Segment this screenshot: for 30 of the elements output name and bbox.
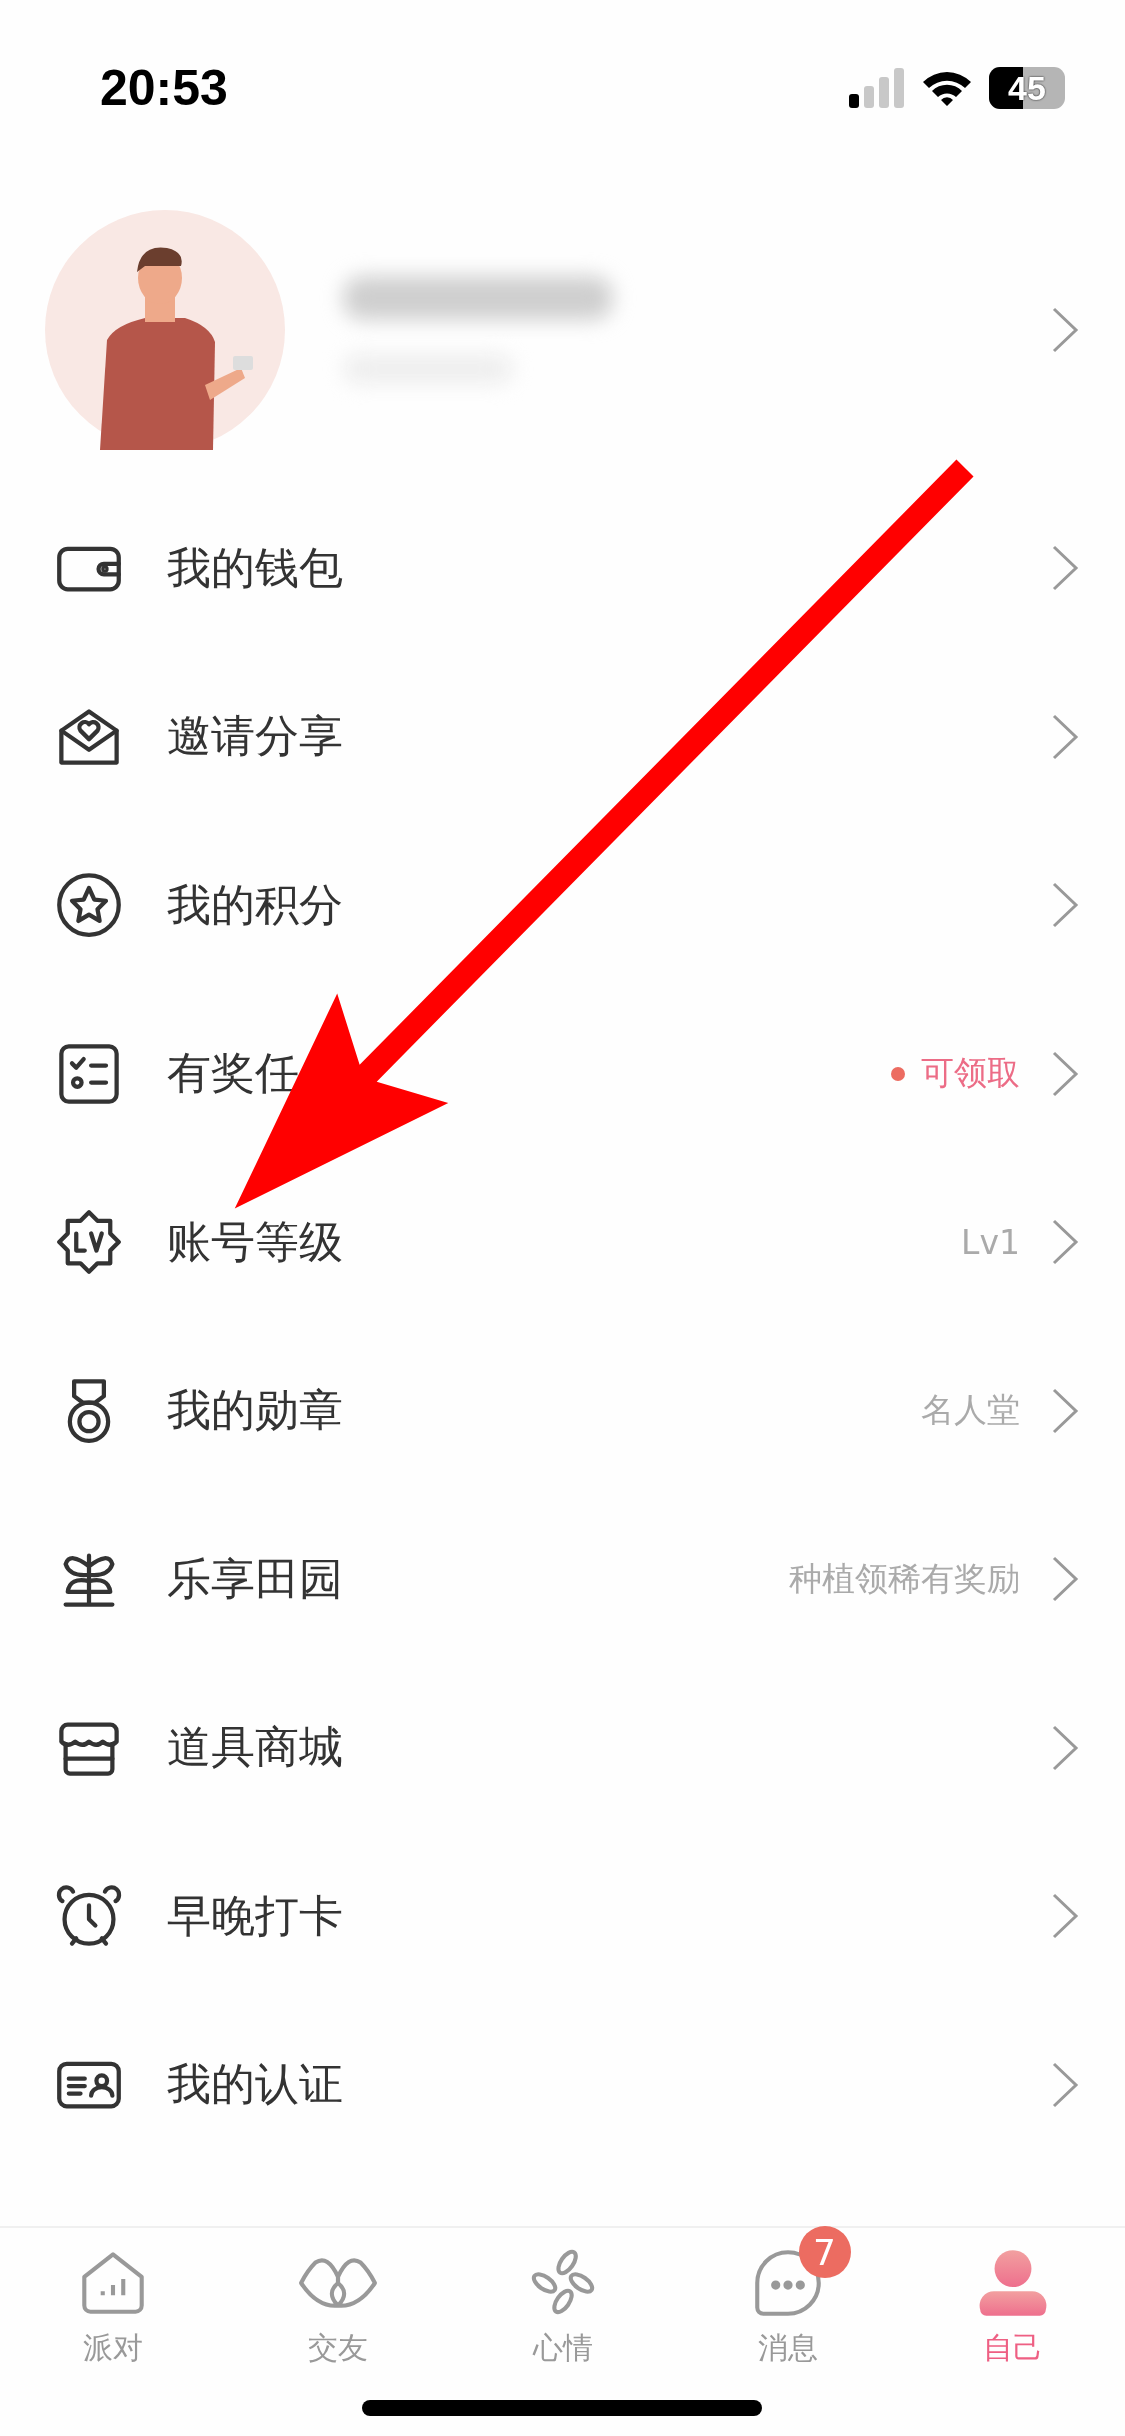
menu-item[interactable]: 邀请分享 xyxy=(0,652,1125,821)
menu-label: 我的积分 xyxy=(167,877,343,932)
menu-item[interactable]: 乐享田园 种植领稀有奖励 xyxy=(0,1495,1125,1664)
menu-label: 道具商城 xyxy=(167,1720,343,1775)
menu-item[interactable]: 我的认证 xyxy=(0,2000,1125,2169)
menu-label: 早晚打卡 xyxy=(167,1888,343,1943)
menu-label: 邀请分享 xyxy=(167,709,343,764)
menu-detail: 种植领稀有奖励 xyxy=(789,1557,1020,1600)
menu-item[interactable]: 道具商城 xyxy=(0,1663,1125,1832)
menu-detail: 名人堂 xyxy=(921,1389,1020,1432)
menu-item[interactable]: 账号等级 Lv1 xyxy=(0,1158,1125,1327)
menu-label: 我的勋章 xyxy=(167,1383,343,1438)
status-time: 20:53 xyxy=(100,59,228,117)
menu-detail: Lv1 xyxy=(961,1222,1020,1262)
menu-item[interactable]: 我的积分 xyxy=(0,821,1125,990)
menu-item[interactable]: 有奖任 可领取 xyxy=(0,989,1125,1158)
signal-icon xyxy=(849,68,905,108)
level-icon xyxy=(55,1208,123,1277)
unread-badge: 7 xyxy=(798,2226,851,2278)
menu-label: 我的钱包 xyxy=(167,540,343,595)
chevron-icon[interactable] xyxy=(1050,305,1080,355)
menu-item[interactable]: 早晚打卡 xyxy=(0,1832,1125,2001)
menu-item[interactable]: 我的勋章 名人堂 xyxy=(0,1326,1125,1495)
menu-label: 我的认证 xyxy=(167,2057,343,2112)
menu-label: 乐享田园 xyxy=(167,1551,343,1606)
menu-detail: 可领取 xyxy=(921,1052,1020,1095)
alert-dot xyxy=(891,1066,905,1081)
menu-item[interactable]: 我的钱包 xyxy=(0,484,1125,653)
menu-label: 账号等级 xyxy=(167,1214,343,1269)
menu-label: 有奖任 xyxy=(167,1046,299,1101)
